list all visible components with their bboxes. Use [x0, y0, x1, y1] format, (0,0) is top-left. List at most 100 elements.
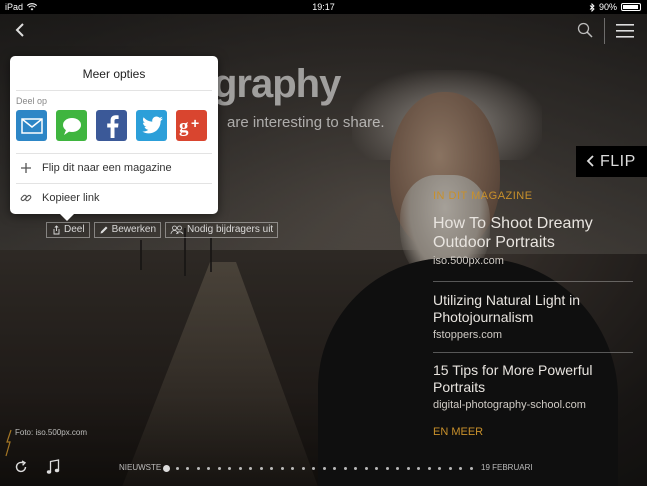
copy-link-label: Kopieer link	[42, 192, 100, 204]
flip-to-magazine-item[interactable]: Flip dit naar een magazine	[20, 162, 172, 174]
flipboard-cover-page: iPad 19:17 90% graphy are interesting to…	[0, 0, 647, 486]
share-twitter-button[interactable]	[136, 110, 167, 141]
page-dot[interactable]	[470, 467, 473, 470]
share-mail-button[interactable]	[16, 110, 47, 141]
popover-divider	[16, 90, 212, 91]
people-icon	[170, 225, 184, 235]
article-title[interactable]: 15 Tips for More Powerful Portraits	[433, 362, 633, 396]
article-item[interactable]: 15 Tips for More Powerful Portraits digi…	[433, 362, 633, 411]
battery-icon	[621, 3, 641, 11]
status-bar: iPad 19:17 90%	[0, 0, 647, 14]
popover-arrow	[59, 213, 75, 221]
cover-subtitle: are interesting to share.	[227, 114, 385, 131]
share-targets: g +	[16, 110, 207, 141]
topbar-divider	[604, 18, 605, 44]
music-note-icon[interactable]	[46, 459, 60, 475]
article-divider	[433, 281, 633, 282]
page-dot[interactable]	[259, 467, 263, 470]
search-icon[interactable]	[577, 22, 593, 38]
share-facebook-button[interactable]	[96, 110, 127, 141]
share-google-plus-button[interactable]: g +	[176, 110, 207, 141]
article-item[interactable]: Utilizing Natural Light in Photojournali…	[433, 292, 633, 341]
page-dot[interactable]	[280, 467, 284, 470]
page-dot[interactable]	[459, 467, 463, 470]
status-time: 19:17	[312, 2, 335, 12]
copy-link-item[interactable]: Kopieer link	[20, 192, 99, 204]
page-dot[interactable]	[217, 467, 221, 470]
flip-label: FLIP	[600, 153, 636, 170]
page-dot-active[interactable]	[163, 465, 170, 472]
messages-icon	[62, 117, 81, 135]
refresh-icon[interactable]	[14, 460, 28, 474]
page-dot[interactable]	[291, 467, 295, 470]
page-dot[interactable]	[448, 467, 452, 470]
pager-date-label: 19 FEBRUARI	[481, 463, 533, 472]
page-dot[interactable]	[322, 467, 326, 470]
invite-label: Nodig bijdragers uit	[187, 224, 274, 235]
popover-divider	[16, 183, 212, 184]
battery-percent: 90%	[598, 2, 617, 12]
page-dot[interactable]	[238, 467, 242, 470]
page-dot[interactable]	[333, 467, 337, 470]
more-options-popover: Meer opties Deel op g + Flip dit naar ee…	[10, 56, 218, 214]
share-button[interactable]: Deel	[46, 222, 90, 238]
article-title[interactable]: How To Shoot Dreamy Outdoor Portraits	[433, 214, 633, 252]
page-dot[interactable]	[207, 467, 211, 470]
page-dot[interactable]	[301, 467, 305, 470]
decorative-mark	[5, 429, 12, 457]
pencil-icon	[100, 226, 108, 234]
flip-button[interactable]: FLIP	[576, 146, 647, 177]
bluetooth-icon	[589, 2, 595, 12]
more-link[interactable]: EN MEER	[433, 426, 483, 438]
photo-credit: Foto: iso.500px.com	[15, 428, 88, 437]
page-dot[interactable]	[427, 467, 431, 470]
plus-icon	[21, 163, 31, 173]
page-dot[interactable]	[196, 467, 200, 470]
share-label: Deel	[64, 224, 85, 235]
cover-headline: graphy	[213, 62, 341, 106]
share-messages-button[interactable]	[56, 110, 87, 141]
page-dot[interactable]	[186, 467, 190, 470]
mail-icon	[20, 117, 43, 134]
page-dot[interactable]	[438, 467, 442, 470]
page-dot[interactable]	[354, 467, 358, 470]
svg-text:+: +	[191, 115, 199, 131]
pager-newest-label: NIEUWSTE	[119, 463, 162, 472]
action-bar: Deel Bewerken Nodig bijdragers uit	[46, 222, 279, 238]
popover-divider	[16, 153, 212, 154]
share-on-label: Deel op	[16, 96, 48, 106]
page-dot[interactable]	[417, 467, 421, 470]
google-plus-icon: g +	[179, 115, 199, 137]
page-dot[interactable]	[312, 467, 316, 470]
invite-contributors-button[interactable]: Nodig bijdragers uit	[165, 222, 279, 238]
article-title[interactable]: Utilizing Natural Light in Photojournali…	[433, 292, 633, 326]
article-source: iso.500px.com	[433, 255, 504, 267]
svg-text:g: g	[179, 116, 189, 137]
chevron-left-icon	[586, 155, 594, 167]
edit-button[interactable]: Bewerken	[93, 222, 162, 238]
page-dot[interactable]	[228, 467, 232, 470]
link-icon	[20, 194, 32, 202]
back-chevron-icon[interactable]	[12, 22, 28, 38]
article-divider	[433, 352, 633, 353]
page-dot[interactable]	[364, 467, 368, 470]
page-dot[interactable]	[249, 467, 253, 470]
page-dot[interactable]	[270, 467, 274, 470]
page-dot[interactable]	[375, 467, 379, 470]
menu-icon[interactable]	[616, 24, 634, 38]
page-dot[interactable]	[406, 467, 410, 470]
popover-title: Meer opties	[82, 67, 146, 81]
facebook-icon	[106, 114, 119, 138]
magazine-label: IN DIT MAGAZINE	[433, 190, 533, 202]
page-dot[interactable]	[343, 467, 347, 470]
article-source: fstoppers.com	[433, 329, 503, 341]
page-dot[interactable]	[175, 467, 179, 470]
page-dot[interactable]	[396, 467, 400, 470]
article-item[interactable]: How To Shoot Dreamy Outdoor Portraits is…	[433, 214, 633, 267]
page-dot[interactable]	[385, 467, 389, 470]
magazine-panel: IN DIT MAGAZINE How To Shoot Dreamy Outd…	[433, 190, 633, 438]
share-icon	[53, 225, 60, 235]
flip-to-magazine-label: Flip dit naar een magazine	[42, 162, 172, 174]
article-source: digital-photography-school.com	[433, 399, 586, 411]
page-indicator[interactable]: NIEUWSTE 19 FEBRUARI	[119, 463, 539, 475]
